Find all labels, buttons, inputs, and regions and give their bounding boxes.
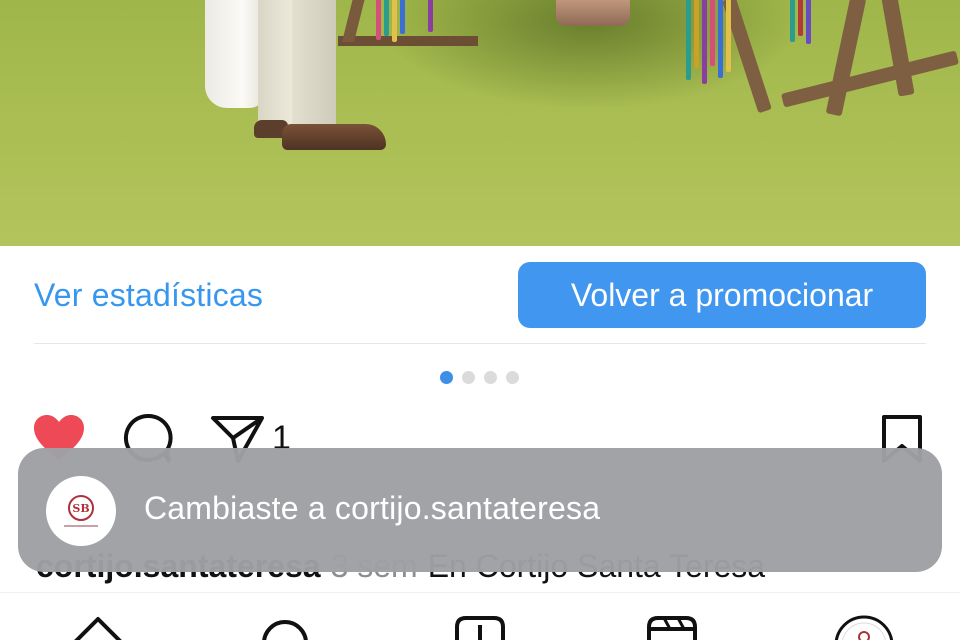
photo-wooden-rack-right [722,0,960,126]
instagram-post-screen: Ver estadísticas Volver a promocionar 1 … [0,0,960,640]
bottom-tab-bar [0,592,960,640]
carousel-dot [484,371,497,384]
avatar-logo-line [64,525,98,527]
carousel-dot [506,371,519,384]
post-owner-actions: Ver estadísticas Volver a promocionar [34,262,926,328]
create-icon[interactable] [454,615,506,640]
photo-groom-leg [292,0,336,128]
carousel-dot-active [440,371,453,384]
post-photo[interactable] [0,0,960,246]
promote-again-button[interactable]: Volver a promocionar [518,262,926,328]
search-icon[interactable] [260,615,310,640]
photo-wooden-rack-left [338,0,478,46]
photo-groom-leg [258,0,294,128]
home-icon[interactable] [70,615,126,640]
photo-person-feet [556,0,630,26]
view-insights-link[interactable]: Ver estadísticas [34,277,263,314]
toast-account-avatar: SB [46,476,116,546]
reels-icon[interactable] [646,615,698,640]
photo-shoe [282,124,386,150]
divider [34,343,926,344]
account-switch-toast: SB Cambiaste a cortijo.santateresa [18,448,942,572]
carousel-indicator [440,371,519,384]
carousel-dot [462,371,475,384]
profile-avatar[interactable] [834,615,894,640]
toast-message: Cambiaste a cortijo.santateresa [144,490,601,526]
avatar-monogram: SB [68,495,94,521]
